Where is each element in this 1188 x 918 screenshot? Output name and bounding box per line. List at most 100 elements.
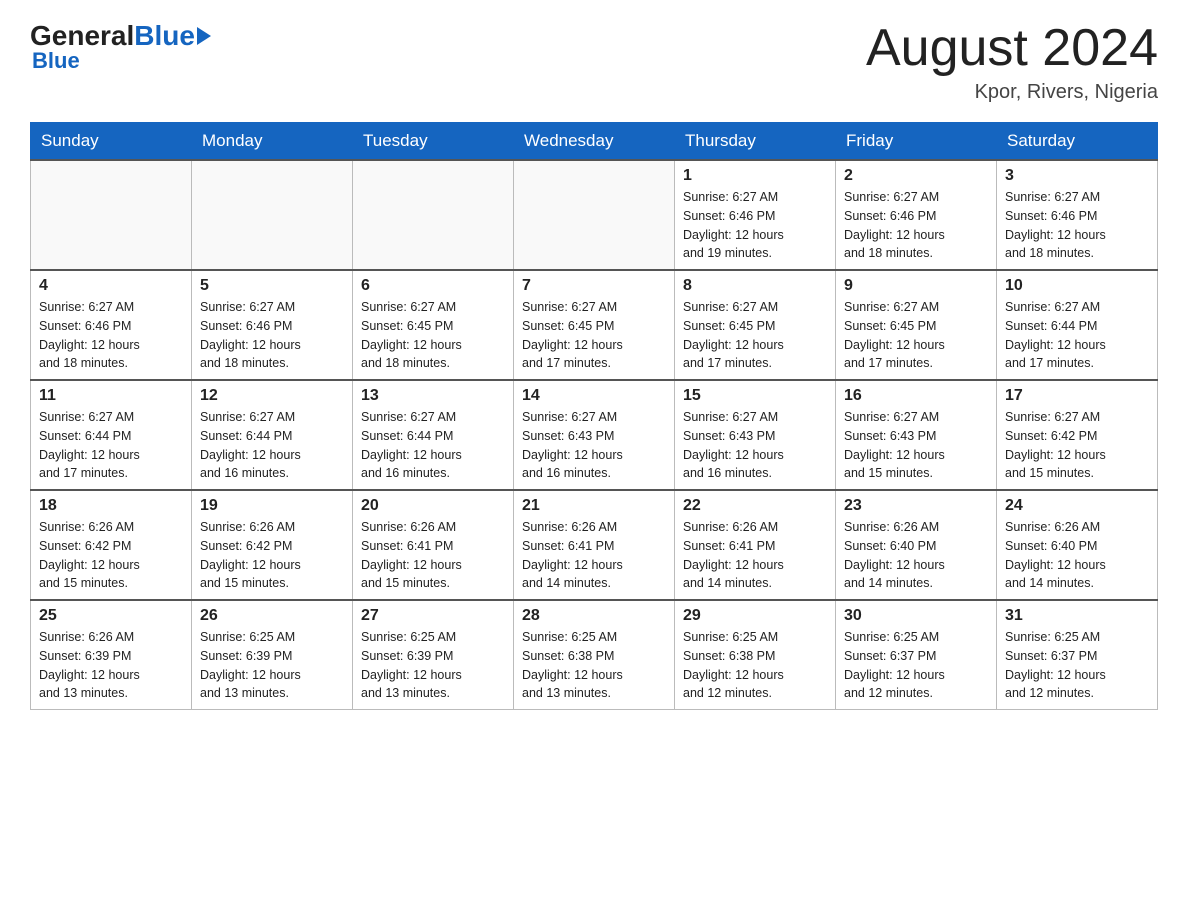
- calendar-cell: 1 Sunrise: 6:27 AM Sunset: 6:46 PM Daylig…: [675, 160, 836, 270]
- calendar-cell: 29Sunrise: 6:25 AM Sunset: 6:38 PM Dayli…: [675, 600, 836, 710]
- day-info: Sunrise: 6:26 AM Sunset: 6:42 PM Dayligh…: [39, 518, 183, 593]
- day-info: Sunrise: 6:26 AM Sunset: 6:42 PM Dayligh…: [200, 518, 344, 593]
- day-info: Sunrise: 6:27 AM Sunset: 6:45 PM Dayligh…: [522, 298, 666, 373]
- weekday-header-monday: Monday: [192, 123, 353, 161]
- day-number: 13: [361, 387, 505, 405]
- day-number: 26: [200, 607, 344, 625]
- calendar-cell: 22 Sunrise: 6:26 AM Sunset: 6:41 PM Dayli…: [675, 490, 836, 600]
- calendar-cell: 8Sunrise: 6:27 AM Sunset: 6:45 PM Daylig…: [675, 270, 836, 380]
- calendar-cell: 27 Sunrise: 6:25 AM Sunset: 6:39 PM Dayli…: [353, 600, 514, 710]
- calendar-cell: 23 Sunrise: 6:26 AM Sunset: 6:40 PM Dayli…: [836, 490, 997, 600]
- calendar-cell: 26 Sunrise: 6:25 AM Sunset: 6:39 PM Dayli…: [192, 600, 353, 710]
- weekday-header-row: SundayMondayTuesdayWednesdayThursdayFrid…: [31, 123, 1158, 161]
- calendar-cell: [31, 160, 192, 270]
- day-info: Sunrise: 6:27 AM Sunset: 6:46 PM Dayligh…: [844, 188, 988, 263]
- day-info: Sunrise: 6:25 AM Sunset: 6:39 PM Dayligh…: [361, 628, 505, 703]
- calendar-cell: 2 Sunrise: 6:27 AM Sunset: 6:46 PM Daylig…: [836, 160, 997, 270]
- calendar-cell: 3 Sunrise: 6:27 AM Sunset: 6:46 PM Daylig…: [997, 160, 1158, 270]
- weekday-header-friday: Friday: [836, 123, 997, 161]
- calendar-cell: 10Sunrise: 6:27 AM Sunset: 6:44 PM Dayli…: [997, 270, 1158, 380]
- calendar-cell: 18Sunrise: 6:26 AM Sunset: 6:42 PM Dayli…: [31, 490, 192, 600]
- day-info: Sunrise: 6:26 AM Sunset: 6:40 PM Dayligh…: [844, 518, 988, 593]
- day-number: 5: [200, 277, 344, 295]
- day-number: 4: [39, 277, 183, 295]
- day-number: 27: [361, 607, 505, 625]
- day-info: Sunrise: 6:27 AM Sunset: 6:46 PM Dayligh…: [200, 298, 344, 373]
- calendar-cell: [353, 160, 514, 270]
- logo-subtitle: Blue: [32, 48, 80, 74]
- day-info: Sunrise: 6:26 AM Sunset: 6:41 PM Dayligh…: [683, 518, 827, 593]
- day-number: 20: [361, 497, 505, 515]
- weekday-header-saturday: Saturday: [997, 123, 1158, 161]
- day-number: 6: [361, 277, 505, 295]
- day-number: 16: [844, 387, 988, 405]
- calendar-cell: 25Sunrise: 6:26 AM Sunset: 6:39 PM Dayli…: [31, 600, 192, 710]
- day-number: 3: [1005, 167, 1149, 185]
- week-row-1: 1 Sunrise: 6:27 AM Sunset: 6:46 PM Daylig…: [31, 160, 1158, 270]
- logo-arrow-icon: [197, 27, 211, 45]
- day-info: Sunrise: 6:27 AM Sunset: 6:43 PM Dayligh…: [844, 408, 988, 483]
- day-info: Sunrise: 6:26 AM Sunset: 6:41 PM Dayligh…: [522, 518, 666, 593]
- day-number: 11: [39, 387, 183, 405]
- day-number: 9: [844, 277, 988, 295]
- day-number: 1: [683, 167, 827, 185]
- logo-blue-word: Blue: [134, 20, 195, 52]
- day-info: Sunrise: 6:25 AM Sunset: 6:38 PM Dayligh…: [522, 628, 666, 703]
- day-info: Sunrise: 6:27 AM Sunset: 6:46 PM Dayligh…: [683, 188, 827, 263]
- weekday-header-tuesday: Tuesday: [353, 123, 514, 161]
- weekday-header-wednesday: Wednesday: [514, 123, 675, 161]
- calendar-cell: 17Sunrise: 6:27 AM Sunset: 6:42 PM Dayli…: [997, 380, 1158, 490]
- day-number: 2: [844, 167, 988, 185]
- logo: General Blue Blue: [30, 20, 211, 74]
- day-number: 12: [200, 387, 344, 405]
- week-row-2: 4 Sunrise: 6:27 AM Sunset: 6:46 PM Daylig…: [31, 270, 1158, 380]
- day-number: 28: [522, 607, 666, 625]
- title-block: August 2024 Kpor, Rivers, Nigeria: [866, 20, 1158, 104]
- calendar-cell: 12 Sunrise: 6:27 AM Sunset: 6:44 PM Dayli…: [192, 380, 353, 490]
- day-info: Sunrise: 6:26 AM Sunset: 6:40 PM Dayligh…: [1005, 518, 1149, 593]
- calendar-cell: 28 Sunrise: 6:25 AM Sunset: 6:38 PM Dayli…: [514, 600, 675, 710]
- day-info: Sunrise: 6:27 AM Sunset: 6:45 PM Dayligh…: [361, 298, 505, 373]
- calendar-cell: 13 Sunrise: 6:27 AM Sunset: 6:44 PM Dayli…: [353, 380, 514, 490]
- page-header: General Blue Blue August 2024 Kpor, Rive…: [30, 20, 1158, 104]
- day-info: Sunrise: 6:27 AM Sunset: 6:46 PM Dayligh…: [39, 298, 183, 373]
- calendar-cell: 11 Sunrise: 6:27 AM Sunset: 6:44 PM Dayli…: [31, 380, 192, 490]
- day-info: Sunrise: 6:27 AM Sunset: 6:46 PM Dayligh…: [1005, 188, 1149, 263]
- calendar-cell: 24 Sunrise: 6:26 AM Sunset: 6:40 PM Dayli…: [997, 490, 1158, 600]
- calendar-cell: 16 Sunrise: 6:27 AM Sunset: 6:43 PM Dayli…: [836, 380, 997, 490]
- calendar-cell: 14Sunrise: 6:27 AM Sunset: 6:43 PM Dayli…: [514, 380, 675, 490]
- day-info: Sunrise: 6:26 AM Sunset: 6:41 PM Dayligh…: [361, 518, 505, 593]
- calendar-cell: 30Sunrise: 6:25 AM Sunset: 6:37 PM Dayli…: [836, 600, 997, 710]
- day-number: 29: [683, 607, 827, 625]
- week-row-3: 11 Sunrise: 6:27 AM Sunset: 6:44 PM Dayli…: [31, 380, 1158, 490]
- calendar-cell: [192, 160, 353, 270]
- calendar-cell: 20 Sunrise: 6:26 AM Sunset: 6:41 PM Dayli…: [353, 490, 514, 600]
- month-title: August 2024: [866, 20, 1158, 77]
- day-info: Sunrise: 6:27 AM Sunset: 6:44 PM Dayligh…: [361, 408, 505, 483]
- calendar-table: SundayMondayTuesdayWednesdayThursdayFrid…: [30, 122, 1158, 710]
- calendar-cell: 21 Sunrise: 6:26 AM Sunset: 6:41 PM Dayli…: [514, 490, 675, 600]
- calendar-cell: 19 Sunrise: 6:26 AM Sunset: 6:42 PM Dayli…: [192, 490, 353, 600]
- calendar-cell: 6 Sunrise: 6:27 AM Sunset: 6:45 PM Daylig…: [353, 270, 514, 380]
- day-info: Sunrise: 6:25 AM Sunset: 6:37 PM Dayligh…: [1005, 628, 1149, 703]
- day-info: Sunrise: 6:27 AM Sunset: 6:44 PM Dayligh…: [200, 408, 344, 483]
- week-row-5: 25Sunrise: 6:26 AM Sunset: 6:39 PM Dayli…: [31, 600, 1158, 710]
- day-number: 23: [844, 497, 988, 515]
- weekday-header-thursday: Thursday: [675, 123, 836, 161]
- day-number: 25: [39, 607, 183, 625]
- calendar-cell: 7Sunrise: 6:27 AM Sunset: 6:45 PM Daylig…: [514, 270, 675, 380]
- location-text: Kpor, Rivers, Nigeria: [866, 81, 1158, 104]
- day-number: 24: [1005, 497, 1149, 515]
- calendar-cell: 31 Sunrise: 6:25 AM Sunset: 6:37 PM Dayli…: [997, 600, 1158, 710]
- day-number: 21: [522, 497, 666, 515]
- day-info: Sunrise: 6:27 AM Sunset: 6:44 PM Dayligh…: [39, 408, 183, 483]
- day-info: Sunrise: 6:25 AM Sunset: 6:39 PM Dayligh…: [200, 628, 344, 703]
- day-number: 17: [1005, 387, 1149, 405]
- day-number: 30: [844, 607, 988, 625]
- day-number: 19: [200, 497, 344, 515]
- calendar-cell: 4 Sunrise: 6:27 AM Sunset: 6:46 PM Daylig…: [31, 270, 192, 380]
- day-number: 15: [683, 387, 827, 405]
- day-number: 8: [683, 277, 827, 295]
- day-number: 31: [1005, 607, 1149, 625]
- day-number: 22: [683, 497, 827, 515]
